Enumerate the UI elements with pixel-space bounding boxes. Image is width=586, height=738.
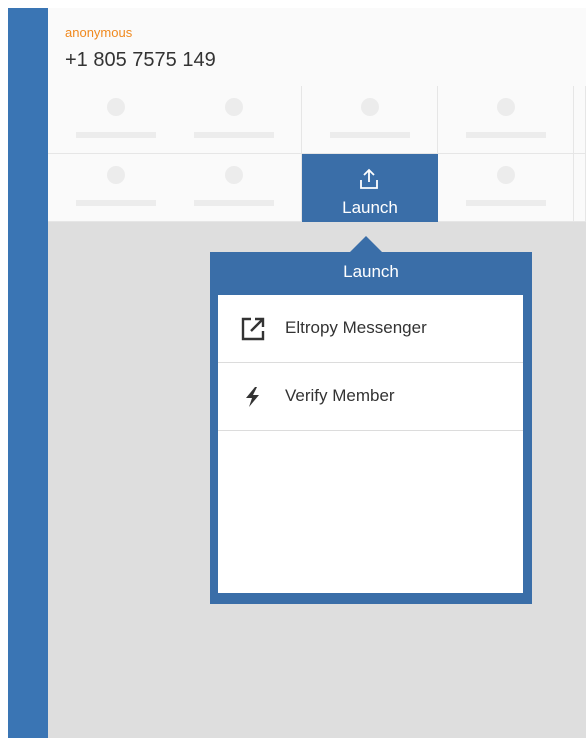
tile-placeholder-icon xyxy=(497,98,515,116)
caller-header: anonymous +1 805 7575 149 xyxy=(48,8,586,86)
tile-placeholder-label xyxy=(330,132,410,138)
app-tile[interactable] xyxy=(166,154,302,222)
launch-upload-icon xyxy=(360,168,378,189)
app-tile[interactable] xyxy=(574,86,586,154)
left-sidebar-bar xyxy=(8,8,48,738)
app-tile[interactable] xyxy=(166,86,302,154)
caller-name: anonymous xyxy=(65,25,133,40)
menu-item-eltropy-messenger[interactable]: Eltropy Messenger xyxy=(218,295,523,363)
tile-placeholder-label xyxy=(194,200,274,206)
lightning-bolt-icon xyxy=(246,387,259,407)
app-tile[interactable] xyxy=(302,86,438,154)
tile-placeholder-icon xyxy=(225,166,243,184)
app-tile[interactable] xyxy=(438,154,574,222)
app-tile[interactable] xyxy=(48,86,184,154)
popover-title: Launch xyxy=(343,262,399,281)
menu-item-label: Eltropy Messenger xyxy=(285,318,427,337)
external-link-icon xyxy=(241,317,265,341)
menu-item-label: Verify Member xyxy=(285,386,395,405)
tile-placeholder-label xyxy=(466,132,546,138)
caller-number: +1 805 7575 149 xyxy=(65,49,216,71)
tile-placeholder-label xyxy=(194,132,274,138)
tile-placeholder-label xyxy=(76,132,156,138)
app-tile[interactable] xyxy=(438,86,574,154)
app-tile-grid: Launch xyxy=(48,86,586,222)
launch-menu: Eltropy Messenger Verify Member xyxy=(218,295,523,593)
popover-arrow xyxy=(350,236,382,252)
tile-placeholder-icon xyxy=(225,98,243,116)
tile-placeholder-label xyxy=(466,200,546,206)
menu-item-verify-member[interactable]: Verify Member xyxy=(218,363,523,431)
tile-placeholder-icon xyxy=(107,166,125,184)
launch-tile-button[interactable]: Launch xyxy=(302,154,438,222)
tile-placeholder-icon xyxy=(107,98,125,116)
launch-popover: Launch Eltropy Messenger Verify Member xyxy=(210,252,532,604)
app-tile[interactable] xyxy=(48,154,184,222)
tile-placeholder-icon xyxy=(361,98,379,116)
tile-placeholder-icon xyxy=(497,166,515,184)
tile-placeholder-label xyxy=(76,200,156,206)
app-tile[interactable] xyxy=(574,154,586,222)
launch-tile-label: Launch xyxy=(342,198,398,217)
